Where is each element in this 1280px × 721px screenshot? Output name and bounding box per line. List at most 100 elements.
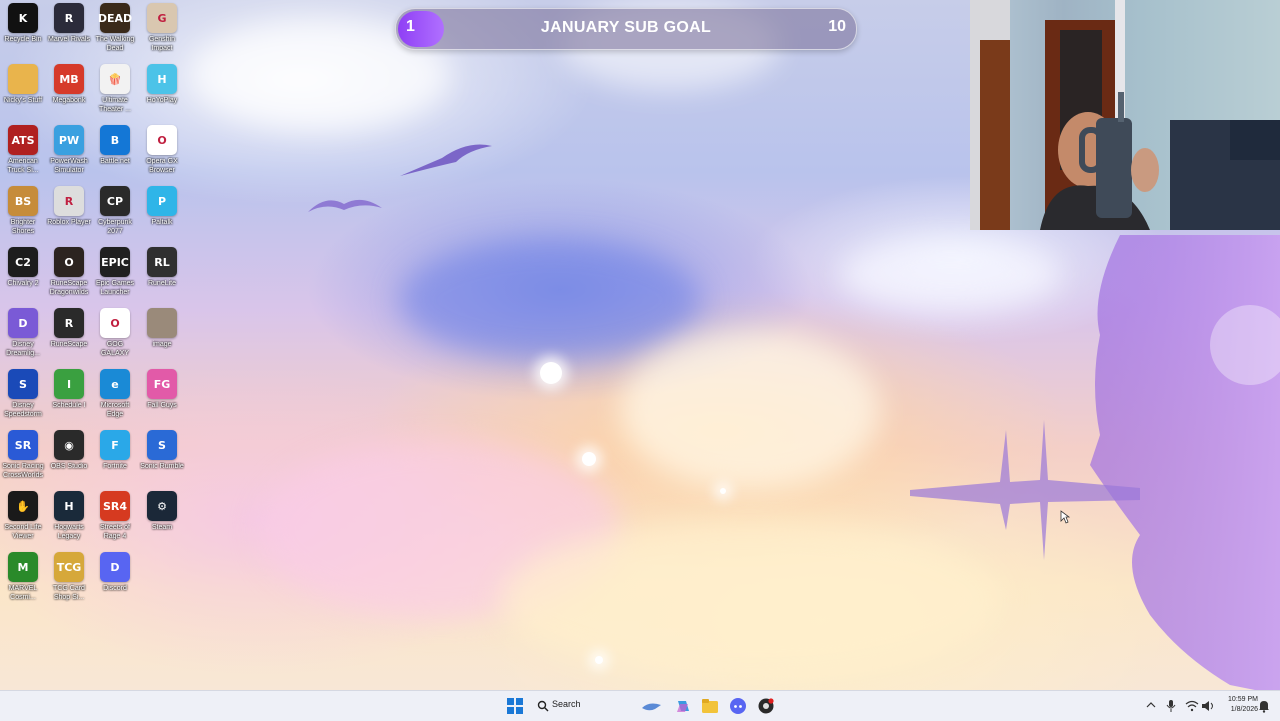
desktop-icon[interactable]: H Hogwarts Legacy — [46, 491, 92, 549]
desktop-icon[interactable]: Nicky's Stuff — [0, 64, 46, 122]
desktop-icon-label: Hogwarts Legacy — [54, 524, 84, 540]
desktop-icon[interactable]: BS Brighter Shores — [0, 186, 46, 244]
desktop-icon[interactable]: D Disney Dreamlig... — [0, 308, 46, 366]
taskbar-discord-button[interactable] — [728, 696, 748, 716]
desktop-icon[interactable]: RL RuneLite — [139, 247, 185, 305]
wifi-icon[interactable] — [1185, 700, 1199, 712]
desktop-icon[interactable]: ◉ OBS Studio — [46, 430, 92, 488]
desktop-icon[interactable]: ✋ Second Life Viewer — [0, 491, 46, 549]
desktop-icon-label: Sonic Racing CrossWorlds — [2, 463, 44, 479]
desktop-icon-label: Battle.net — [100, 158, 130, 165]
recycle-bin-icon: K — [8, 3, 38, 33]
desktop-icon[interactable]: O RuneScape Dragonwilds — [46, 247, 92, 305]
desktop-icon-label: OBS Studio — [50, 463, 88, 470]
microphone-icon[interactable] — [1166, 699, 1176, 713]
desktop-icon-label: RuneScape — [50, 341, 88, 348]
widget-icon — [642, 703, 661, 711]
desktop-icon[interactable]: MB Megabonk — [46, 64, 92, 122]
bird-silhouette — [308, 199, 382, 212]
disney-dreamlight-icon: D — [8, 308, 38, 338]
desktop-icon[interactable]: K Recycle Bin — [0, 3, 46, 61]
desktop-icon[interactable]: R Marvel Rivals — [46, 3, 92, 61]
desktop-icon[interactable]: G Genshin Impact — [139, 3, 185, 61]
tcg-card-shop-icon: TCG — [54, 552, 84, 582]
obs-studio-icon — [758, 698, 774, 714]
desktop-icon-label: Genshin Impact — [148, 36, 176, 52]
volume-icon[interactable] — [1201, 700, 1215, 712]
desktop-icon-label: Roblox Player — [47, 219, 91, 226]
battlenet-icon: B — [100, 125, 130, 155]
desktop-icon-label: RuneScape Dragonwilds — [49, 280, 89, 296]
desktop-icon[interactable]: SR Sonic Racing CrossWorlds — [0, 430, 46, 488]
desktop-icon[interactable]: ⚙ Steam — [139, 491, 185, 549]
desktop-icon[interactable]: R RuneScape — [46, 308, 92, 366]
desktop-icon[interactable]: R Roblox Player — [46, 186, 92, 244]
desktop-icon[interactable]: B Battle.net — [92, 125, 138, 183]
marvel-rivals-icon: R — [54, 3, 84, 33]
fortnite-icon: F — [100, 430, 130, 460]
megabonk-icon: MB — [54, 64, 84, 94]
desktop-icon[interactable]: S Sonic Rumble — [139, 430, 185, 488]
taskbar-copilot-button[interactable] — [673, 696, 693, 716]
second-life-icon: ✋ — [8, 491, 38, 521]
desktop-icon-label: MARVEL Cosmi... — [8, 585, 38, 601]
taskbar-widget-button[interactable] — [640, 696, 664, 716]
desktop-icon-label: Streets of Rage 4 — [100, 524, 130, 540]
desktop-icon-label: TCG Card Shop Si... — [53, 585, 85, 601]
desktop-icon-label: Disney Dreamlig... — [6, 341, 40, 357]
desktop-icon-label: Schedule I — [52, 402, 86, 409]
chevron-up-icon[interactable] — [1146, 701, 1156, 709]
search-label: Search — [552, 699, 581, 709]
desktop-icon[interactable]: O Opera GX Browser — [139, 125, 185, 183]
desktop-icon[interactable]: M MARVEL Cosmi... — [0, 552, 46, 610]
desktop-icon[interactable]: P Paltalk — [139, 186, 185, 244]
clock-time: 10:59 PM — [1228, 696, 1258, 703]
taskbar-obs-button[interactable] — [756, 696, 776, 716]
desktop-icon[interactable]: EPIC Epic Games Launcher — [92, 247, 138, 305]
runelite-icon: RL — [147, 247, 177, 277]
desktop-icon[interactable]: FG Fall Guys — [139, 369, 185, 427]
taskbar-search-box[interactable]: Search — [530, 695, 630, 717]
taskbar-clock[interactable]: 10:59 PM 1/8/2026 — [1218, 695, 1258, 715]
notification-bell-icon[interactable] — [1258, 699, 1270, 713]
desktop-icon[interactable]: 🍿 Ultimate Theater ... — [92, 64, 138, 122]
desktop-icon[interactable]: O GOG GALAXY — [92, 308, 138, 366]
desktop-icon[interactable]: ATS American Truck Si... — [0, 125, 46, 183]
cloud — [840, 240, 1060, 310]
desktop-icon[interactable]: D Discord — [92, 552, 138, 610]
desktop-icon-label: American Truck Si... — [7, 158, 39, 174]
desktop-icon[interactable]: S Disney Speedstorm — [0, 369, 46, 427]
file-explorer-icon — [702, 699, 718, 713]
runescape-icon: R — [54, 308, 84, 338]
desktop-icon[interactable]: C2 Chivalry 2 — [0, 247, 46, 305]
desktop-icon[interactable]: DEAD The Walking Dead — [92, 3, 138, 61]
cloud — [620, 330, 880, 490]
desktop-icon[interactable]: TCG TCG Card Shop Si... — [46, 552, 92, 610]
sonic-racing-icon: SR — [8, 430, 38, 460]
marvel-cosmic-icon: M — [8, 552, 38, 582]
desktop-icon[interactable]: I Schedule I — [46, 369, 92, 427]
desktop-icon-label: Marvel Rivals — [47, 36, 90, 43]
steam-icon: ⚙ — [147, 491, 177, 521]
image-icon — [147, 308, 177, 338]
desktop-icon[interactable]: e Microsoft Edge — [92, 369, 138, 427]
desktop-icon-label: Steam — [151, 524, 173, 531]
cyberpunk-icon: CP — [100, 186, 130, 216]
desktop-icon[interactable]: CP Cyberpunk 2077 — [92, 186, 138, 244]
speedstorm-icon: S — [8, 369, 38, 399]
desktop-icon[interactable]: F Fortnite — [92, 430, 138, 488]
spire-silhouette — [910, 420, 1140, 560]
desktop-icon[interactable]: PW PowerWash Simulator — [46, 125, 92, 183]
obs-studio-icon: ◉ — [54, 430, 84, 460]
hogwarts-icon: H — [54, 491, 84, 521]
windows-start-button[interactable] — [505, 696, 525, 716]
desktop-icon[interactable]: image — [139, 308, 185, 366]
search-icon — [537, 700, 549, 712]
dragonwilds-icon: O — [54, 247, 84, 277]
desktop-icon[interactable]: H HoYoPlay — [139, 64, 185, 122]
roblox-icon: R — [54, 186, 84, 216]
desktop-icon-label: PowerWash Simulator — [50, 158, 88, 174]
taskbar-file-explorer-button[interactable] — [700, 696, 720, 716]
theater-icon: 🍿 — [100, 64, 130, 94]
desktop-icon[interactable]: SR4 Streets of Rage 4 — [92, 491, 138, 549]
